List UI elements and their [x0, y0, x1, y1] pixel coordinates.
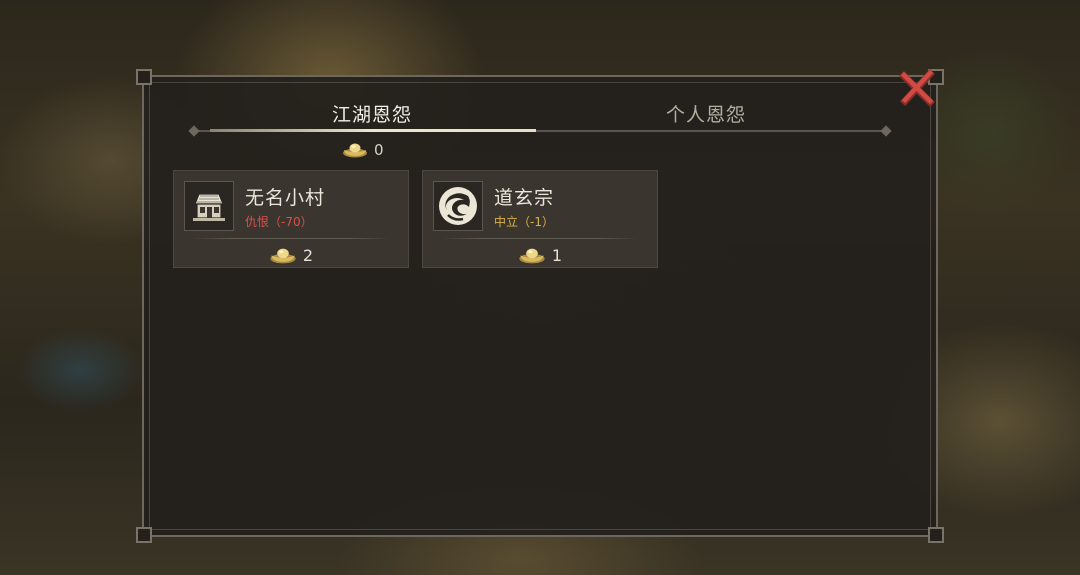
close-button[interactable]: [898, 68, 938, 108]
frame-corner: [136, 527, 152, 543]
faction-reward: 2: [174, 245, 408, 265]
faction-card-wuming-village[interactable]: 无名小村 仇恨（-70） 2: [173, 170, 409, 268]
tab-personal-grudges[interactable]: 个人恩怨: [596, 100, 816, 126]
gold-ingot-icon: [343, 143, 367, 158]
grudges-dialog: [136, 69, 944, 543]
faction-icon-frame: [184, 181, 234, 231]
faction-name: 无名小村: [245, 187, 326, 209]
gold-ingot-icon: [519, 248, 545, 263]
village-house-icon: [193, 193, 225, 221]
faction-icon-frame: [433, 181, 483, 231]
card-divider: [192, 238, 390, 239]
frame-corner: [136, 69, 152, 85]
sect-crane-emblem-icon: [439, 187, 477, 225]
faction-reward-value: 1: [551, 245, 563, 265]
faction-card-daoxuan-sect[interactable]: 道玄宗 中立（-1） 1: [422, 170, 658, 268]
gold-ingot-icon: [270, 248, 296, 263]
total-currency: 0: [342, 140, 384, 160]
tab-jianghu-grudges[interactable]: 江湖恩怨: [262, 100, 482, 126]
close-icon: [899, 69, 935, 107]
faction-relation-status: 中立（-1）: [494, 215, 554, 229]
faction-relation-status: 仇恨（-70）: [245, 215, 313, 229]
faction-name: 道玄宗: [494, 187, 555, 209]
total-currency-value: 0: [374, 141, 384, 159]
active-tab-indicator: [210, 129, 536, 132]
card-divider: [441, 238, 639, 239]
frame-corner: [928, 527, 944, 543]
faction-reward: 1: [423, 245, 657, 265]
faction-reward-value: 2: [302, 245, 314, 265]
